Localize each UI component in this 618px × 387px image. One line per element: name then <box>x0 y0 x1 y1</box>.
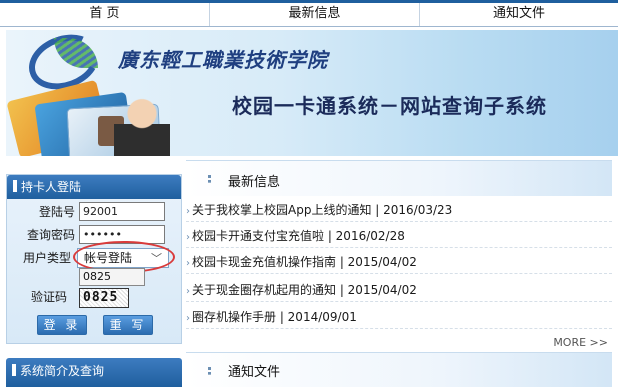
bullet-icon <box>208 367 214 375</box>
login-panel: 持卡人登陆 登陆号 查询密码 用户类型 帐号登陆 ﹀ 0825 验证码 0825… <box>6 174 182 344</box>
password-label: 查询密码 <box>26 228 75 242</box>
bullet-icon <box>208 175 214 183</box>
user-type-select[interactable]: 帐号登陆 ﹀ <box>77 248 169 268</box>
user-type-row: 用户类型 帐号登陆 ﹀ <box>7 241 183 273</box>
account-label: 登陆号 <box>38 205 75 219</box>
login-buttons-row: 登 录 重 写 <box>7 315 183 335</box>
news-item[interactable]: › 关于我校掌上校园App上线的通知 | 2016/03/23 <box>186 198 612 222</box>
account-row: 登陆号 <box>7 202 183 222</box>
school-name: 廣东輕工職業技術学院 <box>118 48 328 72</box>
account-input[interactable] <box>79 202 165 221</box>
top-navigation: 首 页 最新信息 通知文件 <box>0 0 618 27</box>
user-type-selected: 帐号登陆 <box>84 251 133 265</box>
news-item[interactable]: › 圈存机操作手册 | 2014/09/01 <box>186 305 612 329</box>
notice-title: 通知文件 <box>228 365 281 380</box>
student-figure <box>114 94 170 156</box>
notice-header: 通知文件 <box>186 352 612 387</box>
password-input[interactable] <box>79 225 165 244</box>
captcha-row: 验证码 0825 <box>7 287 183 308</box>
chevron-down-icon: ﹀ <box>151 252 162 265</box>
header-banner: 廣东輕工職業技術学院 校园一卡通系统－网站查询子系统 <box>6 30 618 156</box>
news-header: 最新信息 <box>186 160 612 196</box>
panel-bar-icon <box>13 180 17 192</box>
more-link[interactable]: MORE >> <box>553 336 608 349</box>
intro-panel-title[interactable]: 系统简介及查询 <box>6 358 182 387</box>
reset-button[interactable]: 重 写 <box>103 315 153 335</box>
captcha-label: 验证码 <box>30 290 67 304</box>
news-title: 最新信息 <box>228 175 281 190</box>
news-item[interactable]: › 校园卡现金充值机操作指南 | 2015/04/02 <box>186 250 612 274</box>
news-item[interactable]: › 关于现金圈存机起用的通知 | 2015/04/02 <box>186 278 612 302</box>
nav-notice[interactable]: 通知文件 <box>420 3 618 26</box>
user-type-label: 用户类型 <box>22 251 71 265</box>
system-title: 校园一卡通系统－网站查询子系统 <box>232 94 547 118</box>
panel-bar-icon <box>12 364 16 376</box>
captcha-input[interactable]: 0825 <box>79 268 145 286</box>
nav-home[interactable]: 首 页 <box>0 3 210 26</box>
login-button[interactable]: 登 录 <box>37 315 87 335</box>
login-panel-title: 持卡人登陆 <box>7 175 181 199</box>
password-row: 查询密码 <box>7 225 183 245</box>
news-item[interactable]: › 校园卡开通支付宝充值啦 | 2016/02/28 <box>186 224 612 248</box>
captcha-image[interactable]: 0825 <box>79 288 129 308</box>
nav-news[interactable]: 最新信息 <box>210 3 420 26</box>
news-panel: 最新信息 › 关于我校掌上校园App上线的通知 | 2016/03/23 › 校园卡… <box>186 160 612 350</box>
